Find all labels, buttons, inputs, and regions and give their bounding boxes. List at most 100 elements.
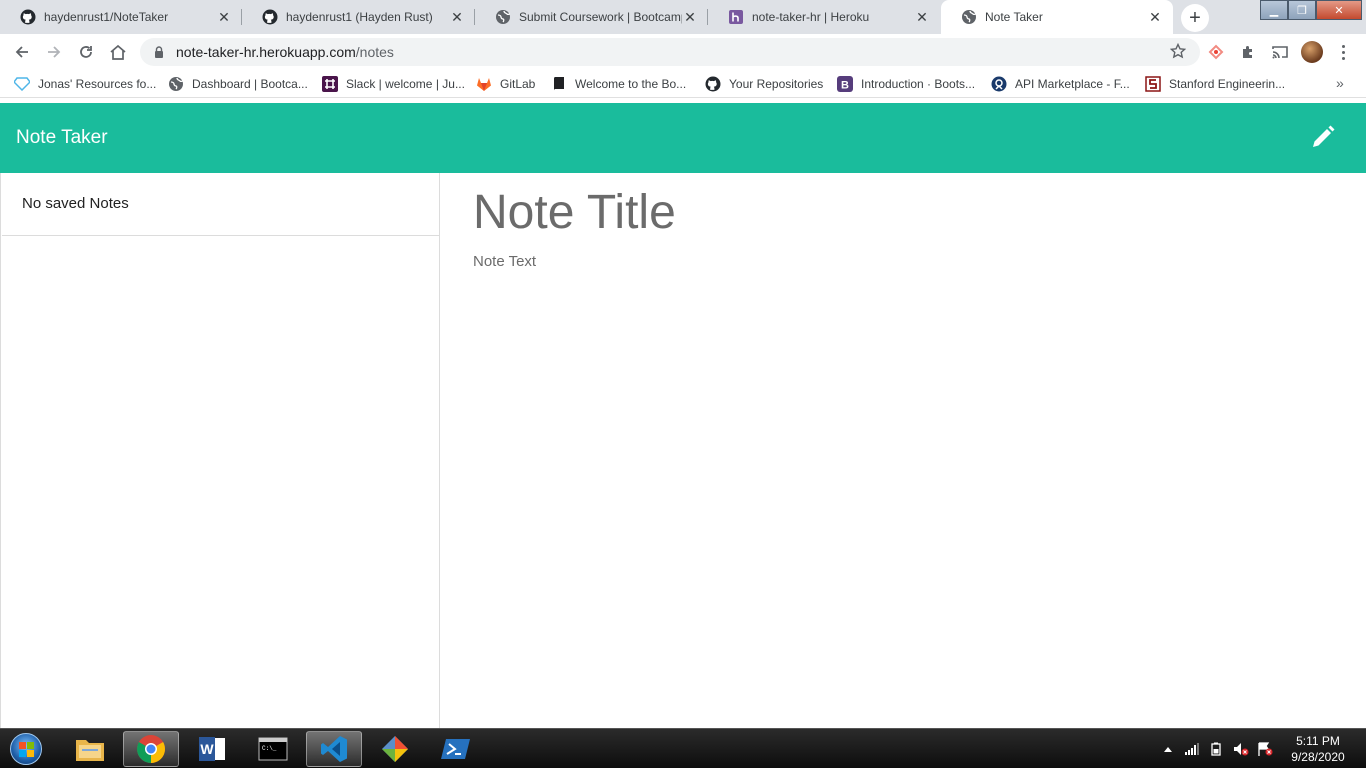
taskbar-vscode[interactable] bbox=[306, 731, 362, 767]
home-button[interactable] bbox=[106, 40, 130, 64]
tab-close-icon[interactable]: ✕ bbox=[914, 9, 930, 26]
tab-title: haydenrust1/NoteTaker bbox=[44, 10, 169, 24]
taskbar-chrome[interactable] bbox=[123, 731, 179, 767]
github-icon bbox=[20, 9, 36, 25]
tab-note-taker[interactable]: Note Taker ✕ bbox=[941, 0, 1173, 34]
taskbar-file-explorer[interactable] bbox=[62, 731, 118, 767]
book-icon bbox=[551, 76, 567, 92]
tab-title: Submit Coursework | Bootcamp bbox=[519, 10, 682, 24]
github-icon bbox=[262, 9, 278, 25]
network-signal-icon[interactable] bbox=[1184, 741, 1200, 757]
speaker-muted-icon[interactable] bbox=[1232, 741, 1250, 757]
bookmark-api-marketplace[interactable]: API Marketplace - F... bbox=[991, 75, 1130, 93]
bookmark-jonas-resources[interactable]: Jonas' Resources fo... bbox=[14, 75, 156, 93]
bookmark-gitlab[interactable]: GitLab bbox=[476, 75, 535, 93]
windows-logo-icon bbox=[10, 733, 42, 765]
tab-title: haydenrust1 (Hayden Rust) bbox=[286, 10, 433, 24]
note-text-area[interactable] bbox=[473, 253, 1333, 693]
github-icon bbox=[705, 76, 721, 92]
battery-icon[interactable] bbox=[1208, 741, 1224, 757]
svg-text:B: B bbox=[841, 80, 849, 92]
bookmark-bootstrap[interactable]: B Introduction · Boots... bbox=[837, 75, 975, 93]
word-icon: W bbox=[199, 737, 225, 761]
bookmark-label: Stanford Engineerin... bbox=[1169, 77, 1286, 91]
note-editor bbox=[441, 173, 1366, 728]
profile-avatar[interactable] bbox=[1301, 41, 1323, 63]
minimize-button[interactable]: ▁ bbox=[1260, 0, 1288, 20]
bookmark-stanford[interactable]: Stanford Engineerin... bbox=[1145, 75, 1285, 93]
reload-button[interactable] bbox=[74, 40, 98, 64]
cast-icon[interactable] bbox=[1270, 42, 1290, 62]
bookmark-your-repositories[interactable]: Your Repositories bbox=[705, 75, 823, 93]
tab-close-icon[interactable]: ✕ bbox=[682, 9, 698, 26]
action-center-flag-icon[interactable] bbox=[1256, 741, 1274, 757]
browser-menu-icon[interactable] bbox=[1336, 40, 1350, 64]
forward-button[interactable] bbox=[42, 40, 66, 64]
svg-text:W: W bbox=[200, 741, 214, 757]
bookmark-slack[interactable]: Slack | welcome | Ju... bbox=[322, 75, 465, 93]
clock-time: 5:11 PM bbox=[1296, 734, 1340, 748]
tab-hayden-profile[interactable]: haydenrust1 (Hayden Rust) ✕ bbox=[242, 0, 475, 34]
taskbar-git[interactable] bbox=[367, 731, 423, 767]
system-clock[interactable]: 5:11 PM 9/28/2020 bbox=[1280, 733, 1356, 765]
taskbar-powershell[interactable] bbox=[428, 731, 484, 767]
extension-red-icon[interactable] bbox=[1206, 42, 1226, 62]
extensions-puzzle-icon[interactable] bbox=[1238, 42, 1258, 62]
bookmark-label: Slack | welcome | Ju... bbox=[346, 77, 465, 91]
back-button[interactable] bbox=[10, 40, 34, 64]
terminal-icon: C:\_ bbox=[258, 737, 288, 761]
git-icon bbox=[382, 736, 408, 762]
browser-tab-strip: haydenrust1/NoteTaker ✕ haydenrust1 (Hay… bbox=[0, 0, 1366, 34]
app-navbar: Note Taker bbox=[0, 103, 1366, 173]
lock-icon[interactable] bbox=[154, 46, 164, 58]
tab-submit-coursework[interactable]: Submit Coursework | Bootcamp ✕ bbox=[475, 0, 708, 34]
empty-notes-label: No saved Notes bbox=[22, 195, 129, 212]
home-icon bbox=[110, 44, 126, 60]
notes-sidebar: No saved Notes bbox=[0, 173, 440, 728]
url-path: /notes bbox=[355, 44, 394, 60]
pencil-icon[interactable] bbox=[1308, 122, 1338, 152]
tab-close-icon[interactable]: ✕ bbox=[1147, 9, 1163, 26]
bookmark-label: GitLab bbox=[500, 77, 536, 91]
slack-icon bbox=[322, 76, 338, 92]
maximize-button[interactable]: ❐ bbox=[1288, 0, 1316, 20]
list-item: No saved Notes bbox=[2, 173, 439, 236]
svg-text:C:\_: C:\_ bbox=[262, 745, 277, 752]
taskbar-command-prompt[interactable]: C:\_ bbox=[245, 731, 301, 767]
start-button[interactable] bbox=[4, 731, 48, 767]
chrome-icon bbox=[137, 735, 165, 763]
heroku-icon bbox=[728, 9, 744, 25]
address-bar[interactable]: note-taker-hr.herokuapp.com/notes bbox=[140, 38, 1200, 66]
tab-title: Note Taker bbox=[985, 10, 1043, 24]
arrow-right-icon bbox=[48, 46, 61, 58]
globe-icon bbox=[961, 9, 977, 25]
globe-icon bbox=[168, 76, 184, 92]
tab-heroku[interactable]: note-taker-hr | Heroku ✕ bbox=[708, 0, 940, 34]
bookmark-label: Introduction · Boots... bbox=[861, 77, 976, 91]
tab-close-icon[interactable]: ✕ bbox=[449, 9, 465, 26]
app-brand[interactable]: Note Taker bbox=[16, 127, 108, 149]
bookmarks-bar: Jonas' Resources fo... Dashboard | Bootc… bbox=[0, 70, 1366, 98]
new-tab-button[interactable]: + bbox=[1181, 4, 1209, 32]
powershell-icon bbox=[441, 739, 470, 759]
taskbar-word[interactable]: W bbox=[184, 731, 240, 767]
bookmark-label: Dashboard | Bootca... bbox=[192, 77, 308, 91]
tab-close-icon[interactable]: ✕ bbox=[216, 9, 232, 26]
browser-toolbar: note-taker-hr.herokuapp.com/notes bbox=[0, 34, 1366, 70]
bookmark-star-icon[interactable] bbox=[1169, 42, 1187, 62]
bookmark-label: Jonas' Resources fo... bbox=[38, 77, 157, 91]
bookmark-label: API Marketplace - F... bbox=[1015, 77, 1130, 91]
tab-notetaker-repo[interactable]: haydenrust1/NoteTaker ✕ bbox=[0, 0, 242, 34]
note-title-input[interactable] bbox=[473, 185, 1333, 240]
tray-expand-icon[interactable] bbox=[1162, 741, 1174, 757]
bookmark-dashboard[interactable]: Dashboard | Bootca... bbox=[168, 75, 308, 93]
arrow-left-icon bbox=[15, 46, 28, 58]
close-window-button[interactable]: ✕ bbox=[1316, 0, 1362, 20]
bookmark-welcome[interactable]: Welcome to the Bo... bbox=[551, 75, 686, 93]
bootstrap-icon: B bbox=[837, 76, 853, 92]
rapidapi-icon bbox=[991, 76, 1007, 92]
clock-date: 9/28/2020 bbox=[1291, 750, 1345, 764]
tab-title: note-taker-hr | Heroku bbox=[752, 10, 870, 24]
diamond-icon bbox=[14, 76, 30, 92]
bookmarks-overflow-icon[interactable]: » bbox=[1336, 75, 1344, 91]
